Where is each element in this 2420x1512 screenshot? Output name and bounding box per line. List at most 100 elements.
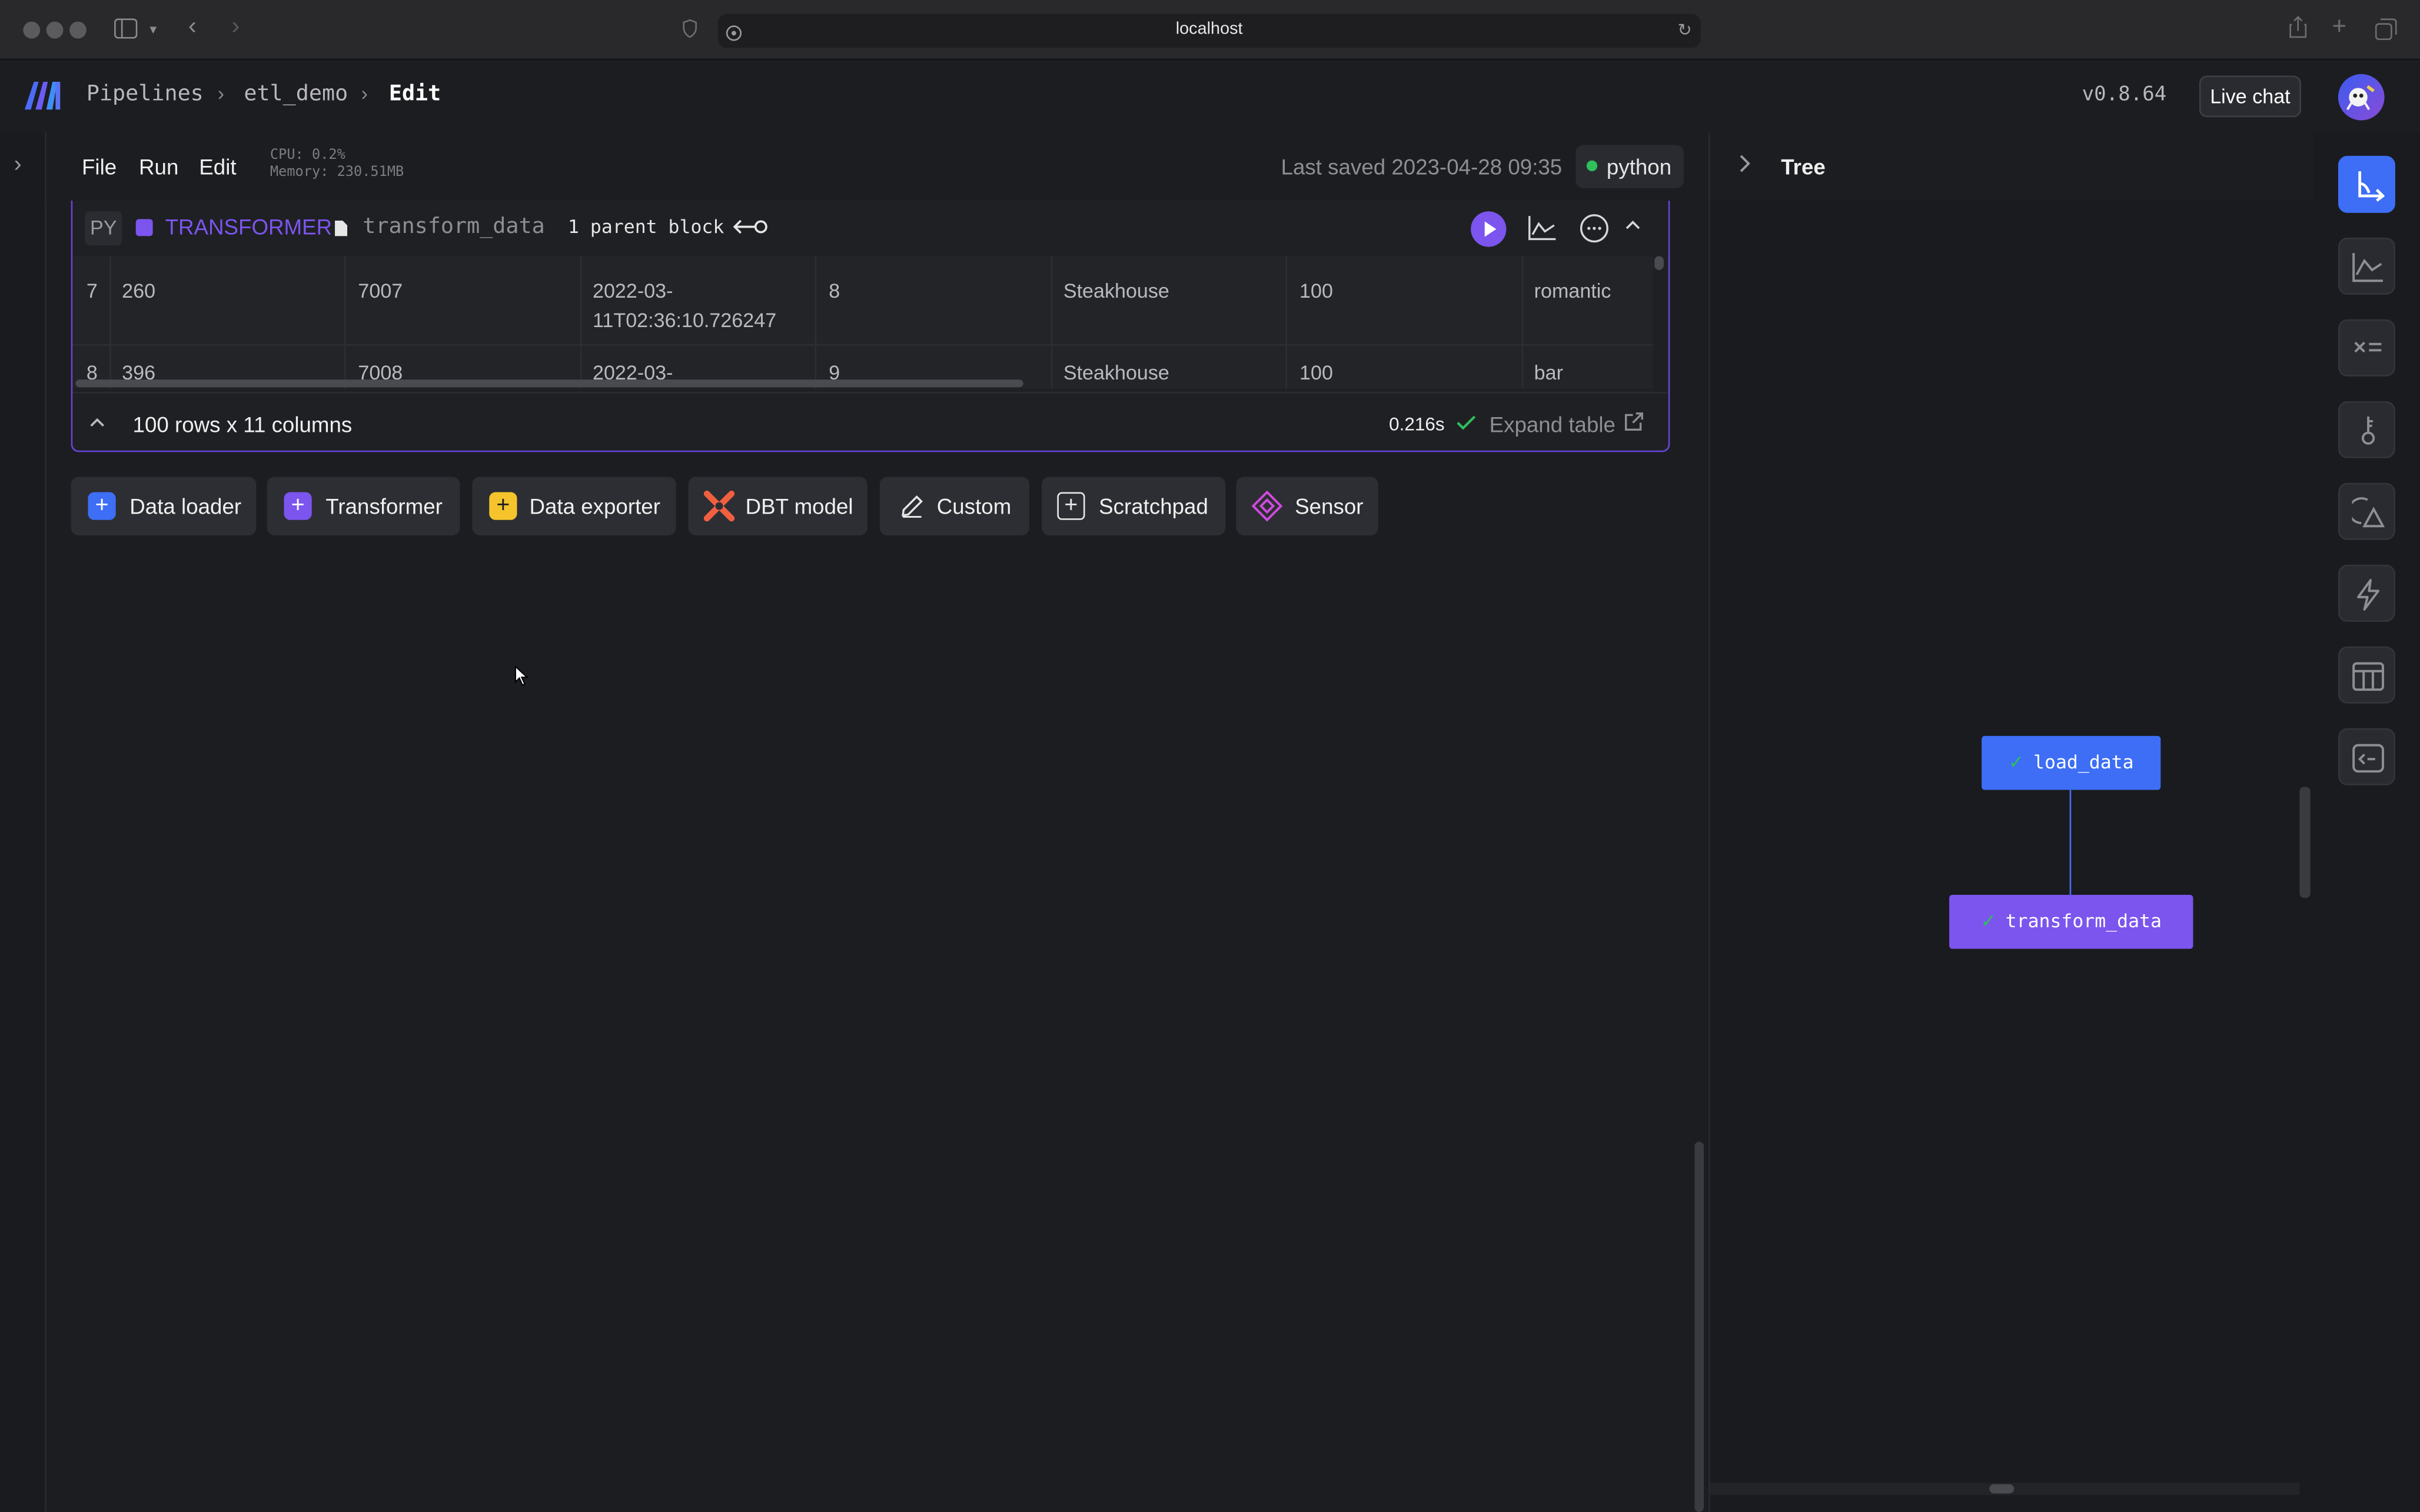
sidekick-header: Tree	[1710, 133, 2315, 201]
chart-icon[interactable]	[1528, 215, 1557, 249]
add-transformer-button[interactable]: + Transformer	[267, 477, 460, 535]
table-icon	[2352, 662, 2384, 691]
share-icon[interactable]	[2289, 15, 2307, 43]
data-validation-button[interactable]	[2338, 482, 2395, 540]
expand-sidebar-icon[interactable]: ›	[14, 151, 22, 178]
triggers-button[interactable]	[2338, 564, 2395, 622]
forward-icon[interactable]: ›	[231, 14, 240, 42]
button-label: Scratchpad	[1099, 494, 1208, 519]
tree-horizontal-scrollbar[interactable]	[1989, 1484, 2015, 1494]
scroll-track	[1653, 256, 1666, 389]
secrets-button[interactable]	[2338, 401, 2395, 458]
terminal-icon	[2352, 744, 2384, 773]
button-label: Data loader	[129, 494, 242, 519]
collapse-output-icon[interactable]	[88, 412, 106, 439]
browser-toolbar: ▾ ‹ › localhost ↻ +	[0, 0, 2420, 61]
sensor-icon	[1251, 490, 1283, 526]
shield-icon[interactable]	[682, 18, 697, 43]
breadcrumb-chevron-icon: ›	[217, 81, 225, 105]
tree-view-button[interactable]	[2338, 155, 2395, 213]
new-tab-icon[interactable]: +	[2332, 14, 2346, 42]
run-block-button[interactable]	[1471, 211, 1507, 247]
avatar[interactable]	[2338, 74, 2385, 121]
tree-edge	[2069, 790, 2072, 895]
mage-logo-icon[interactable]	[24, 80, 62, 119]
window-minimize-button[interactable]	[46, 21, 64, 39]
table-cell: 7007	[358, 279, 403, 302]
language-badge: PY	[85, 211, 122, 245]
table-cell: 100	[1299, 279, 1333, 302]
variables-icon	[2354, 341, 2382, 353]
external-link-icon[interactable]	[1624, 412, 1644, 439]
terminal-button[interactable]	[2338, 728, 2395, 785]
window-close-button[interactable]	[23, 21, 41, 39]
address-bar[interactable]: localhost ↻	[717, 14, 1701, 48]
parent-blocks-label[interactable]: 1 parent block	[568, 216, 724, 238]
variables-button[interactable]	[2338, 319, 2395, 377]
table-cell: bar	[1534, 361, 1563, 384]
vertical-scroll-thumb[interactable]	[1654, 256, 1664, 270]
success-check-icon	[1455, 412, 1477, 439]
cpu-usage: CPU: 0.2%	[270, 148, 345, 164]
breadcrumb-pipeline[interactable]: etl_demo	[244, 82, 348, 106]
add-custom-button[interactable]: Custom	[879, 477, 1030, 535]
plus-icon: +	[489, 492, 517, 520]
pencil-icon	[900, 494, 925, 523]
collapse-panel-icon[interactable]	[1738, 153, 1752, 182]
live-chat-button[interactable]: Live chat	[2199, 75, 2301, 118]
more-options-icon[interactable]	[1579, 213, 1610, 252]
menu-file[interactable]: File	[82, 154, 117, 179]
execution-time: 0.216s	[1389, 413, 1445, 435]
tree-node-transform-data[interactable]: ✓ transform_data	[1949, 894, 2193, 949]
kernel-name: python	[1606, 154, 1672, 179]
collapse-block-icon[interactable]	[1624, 216, 1642, 239]
left-sidebar: ›	[0, 132, 46, 1512]
add-scratchpad-button[interactable]: + Scratchpad	[1042, 477, 1226, 535]
charts-button[interactable]	[2338, 237, 2395, 295]
panel-title: Tree	[1781, 154, 1826, 179]
add-sensor-button[interactable]: Sensor	[1236, 477, 1378, 535]
block-footer: 100 rows x 11 columns 0.216s Expand tabl…	[72, 392, 1668, 451]
block-name[interactable]: transform_data	[363, 215, 544, 239]
table-view-button[interactable]	[2338, 646, 2395, 704]
reload-icon[interactable]: ↻	[1678, 20, 1692, 40]
dependency-tree-canvas[interactable]: ✓ load_data ✓ transform_data	[1710, 200, 2315, 1512]
lightning-icon	[2357, 579, 2380, 611]
button-label: Sensor	[1295, 494, 1364, 519]
tree-vertical-scrollbar[interactable]	[2299, 787, 2311, 898]
button-label: Transformer	[325, 494, 443, 519]
url-text: localhost	[1175, 20, 1243, 39]
tree-icon	[2358, 171, 2385, 202]
expand-table-link[interactable]: Expand table	[1490, 412, 1615, 437]
block-color-icon	[135, 219, 153, 237]
editor-toolbar: File Run Edit CPU: 0.2% Memory: 230.51MB…	[46, 132, 1707, 201]
parent-connector-icon[interactable]	[732, 216, 769, 245]
sidebar-toggle-icon[interactable]	[114, 18, 138, 43]
back-icon[interactable]: ‹	[188, 14, 197, 42]
sidekick-nav	[2313, 132, 2420, 1512]
plus-box-icon: +	[1057, 492, 1085, 520]
row-index: 7	[86, 279, 98, 302]
block-type: TRANSFORMER	[165, 214, 333, 239]
add-dbt-model-button[interactable]: DBT model	[688, 477, 867, 535]
tab-overview-icon[interactable]	[2375, 18, 2397, 45]
code-block: PY TRANSFORMER transform_data 1 parent b…	[71, 200, 1670, 452]
success-check-icon: ✓	[2008, 751, 2025, 773]
plus-icon: +	[88, 492, 116, 520]
kernel-status-badge[interactable]: python	[1575, 145, 1684, 188]
button-label: Custom	[936, 494, 1012, 519]
output-table[interactable]: 7 260 7007 2022-03- 11T02:36:10.726247 8…	[72, 256, 1656, 389]
tree-node-load-data[interactable]: ✓ load_data	[1982, 735, 2161, 790]
breadcrumb-pipelines[interactable]: Pipelines	[87, 82, 204, 106]
window-zoom-button[interactable]	[69, 21, 87, 39]
menu-run[interactable]: Run	[139, 154, 178, 179]
horizontal-scrollbar[interactable]	[75, 379, 1023, 388]
add-data-exporter-button[interactable]: + Data exporter	[472, 477, 676, 535]
chevron-down-icon[interactable]: ▾	[149, 22, 157, 39]
app-header: Pipelines › etl_demo › Edit v0.8.64 Live…	[0, 61, 2420, 133]
add-data-loader-button[interactable]: + Data loader	[71, 477, 257, 535]
button-label: Data exporter	[529, 494, 660, 519]
menu-edit[interactable]: Edit	[199, 154, 236, 179]
editor-scrollbar[interactable]	[1694, 1141, 1704, 1512]
shapes-icon	[2352, 497, 2385, 528]
